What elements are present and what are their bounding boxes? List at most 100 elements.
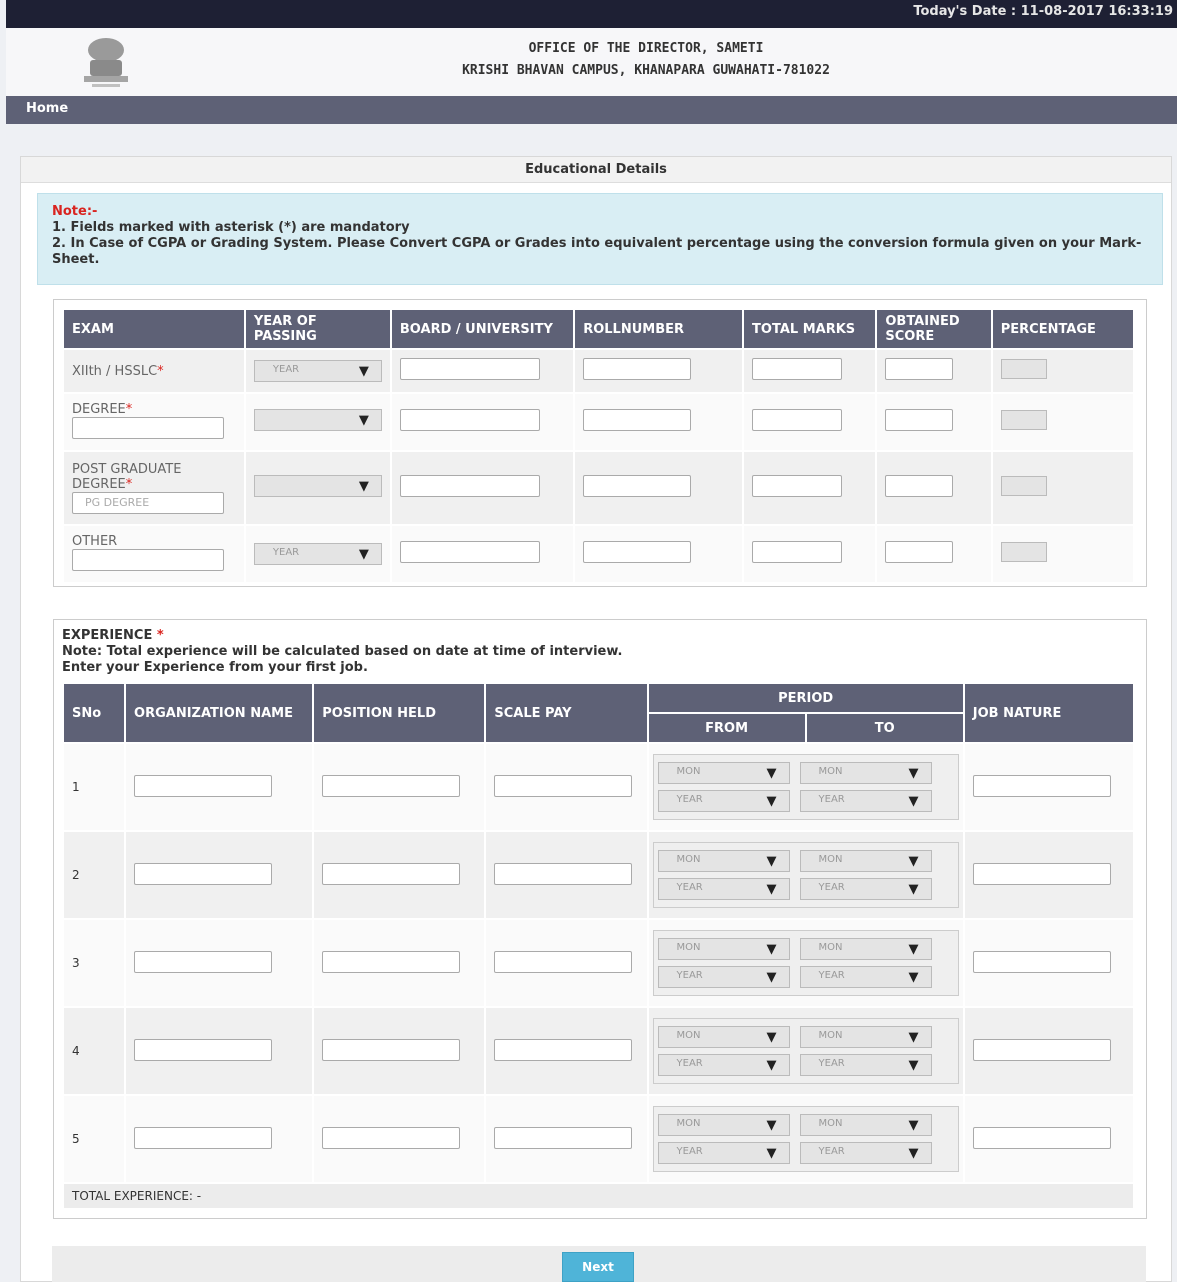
organization-input[interactable] bbox=[134, 1038, 273, 1061]
chevron-down-icon: ▼ bbox=[766, 1146, 777, 1161]
month-select[interactable]: MON ▼ bbox=[799, 1114, 932, 1136]
header-roll: ROLLNUMBER bbox=[573, 308, 745, 350]
year-select[interactable]: YEAR ▼ bbox=[799, 1054, 932, 1076]
year-placeholder: YEAR bbox=[676, 1146, 703, 1157]
sno-cell: 1 bbox=[61, 742, 127, 832]
chevron-down-icon: ▼ bbox=[766, 1118, 777, 1133]
edu-row-hsslc: XIIth / HSSLC* YEAR ▼ bbox=[62, 348, 1136, 394]
year-select[interactable]: ▼ bbox=[253, 409, 382, 431]
job-nature-input[interactable] bbox=[972, 862, 1111, 885]
year-select[interactable]: YEAR ▼ bbox=[253, 543, 382, 565]
period-cell: MON ▼ YEAR ▼ MON ▼ YEAR ▼ bbox=[646, 1094, 965, 1184]
roll-input[interactable] bbox=[583, 541, 692, 563]
month-select[interactable]: MON ▼ bbox=[657, 850, 790, 872]
total-marks-input[interactable] bbox=[752, 475, 843, 497]
obtained-input[interactable] bbox=[885, 541, 954, 563]
chevron-down-icon: ▼ bbox=[908, 1118, 919, 1133]
board-input[interactable] bbox=[399, 541, 540, 563]
chevron-down-icon: ▼ bbox=[908, 1146, 919, 1161]
month-select[interactable]: MON ▼ bbox=[799, 850, 932, 872]
sno-value: 5 bbox=[72, 1132, 80, 1146]
month-select[interactable]: MON ▼ bbox=[799, 762, 932, 784]
board-input[interactable] bbox=[399, 358, 540, 380]
month-placeholder: MON bbox=[818, 942, 843, 953]
month-select[interactable]: MON ▼ bbox=[799, 938, 932, 960]
roll-input[interactable] bbox=[583, 409, 692, 431]
chevron-down-icon: ▼ bbox=[766, 882, 777, 897]
note-line-2: 2. In Case of CGPA or Grading System. Pl… bbox=[52, 236, 1142, 267]
organization-input[interactable] bbox=[134, 862, 273, 885]
job-nature-input[interactable] bbox=[972, 1126, 1111, 1149]
roll-input[interactable] bbox=[583, 358, 692, 380]
year-select[interactable]: YEAR ▼ bbox=[799, 1142, 932, 1164]
office-title: OFFICE OF THE DIRECTOR, SAMETI bbox=[528, 41, 764, 56]
position-input[interactable] bbox=[322, 1038, 461, 1061]
month-select[interactable]: MON ▼ bbox=[657, 762, 790, 784]
month-select[interactable]: MON ▼ bbox=[657, 1026, 790, 1048]
position-cell bbox=[312, 918, 487, 1008]
year-placeholder: YEAR bbox=[676, 882, 703, 893]
year-select[interactable]: YEAR ▼ bbox=[253, 360, 382, 382]
year-placeholder: YEAR bbox=[818, 970, 845, 981]
month-select[interactable]: MON ▼ bbox=[799, 1026, 932, 1048]
sno-cell: 5 bbox=[61, 1094, 127, 1184]
scale-pay-input[interactable] bbox=[494, 774, 633, 797]
organization-input[interactable] bbox=[134, 774, 273, 797]
month-select[interactable]: MON ▼ bbox=[657, 1114, 790, 1136]
experience-title: EXPERIENCE bbox=[62, 628, 153, 643]
year-select[interactable]: YEAR ▼ bbox=[657, 1054, 790, 1076]
scale-pay-input[interactable] bbox=[494, 1126, 633, 1149]
job-nature-input[interactable] bbox=[972, 774, 1111, 797]
scale-pay-input[interactable] bbox=[494, 950, 633, 973]
chevron-down-icon: ▼ bbox=[358, 364, 369, 379]
scale-pay-input[interactable] bbox=[494, 862, 633, 885]
next-button[interactable]: Next bbox=[562, 1252, 634, 1282]
pg-degree-input[interactable]: PG DEGREE bbox=[72, 492, 224, 514]
scale-cell bbox=[484, 1094, 649, 1184]
experience-row: 2 MON ▼ YEAR ▼ MON ▼ YEAR ▼ bbox=[61, 830, 1136, 920]
nav-home-link[interactable]: Home bbox=[26, 101, 68, 116]
header-from: FROM bbox=[646, 712, 807, 744]
board-input[interactable] bbox=[399, 475, 540, 497]
position-input[interactable] bbox=[322, 862, 461, 885]
other-input[interactable] bbox=[72, 548, 224, 571]
year-placeholder: YEAR bbox=[818, 1146, 845, 1157]
board-cell bbox=[389, 524, 576, 584]
total-marks-input[interactable] bbox=[752, 409, 843, 431]
year-select[interactable]: YEAR ▼ bbox=[657, 878, 790, 900]
job-nature-input[interactable] bbox=[972, 950, 1111, 973]
year-select[interactable]: ▼ bbox=[253, 475, 382, 497]
year-select[interactable]: YEAR ▼ bbox=[799, 878, 932, 900]
experience-heading: EXPERIENCE * Note: Total experience will… bbox=[62, 628, 622, 676]
year-select[interactable]: YEAR ▼ bbox=[657, 790, 790, 812]
year-placeholder: YEAR bbox=[272, 547, 300, 558]
year-select[interactable]: YEAR ▼ bbox=[799, 790, 932, 812]
position-input[interactable] bbox=[322, 774, 461, 797]
month-select[interactable]: MON ▼ bbox=[657, 938, 790, 960]
board-input[interactable] bbox=[399, 409, 540, 431]
total-cell bbox=[742, 524, 878, 584]
chevron-down-icon: ▼ bbox=[766, 970, 777, 985]
total-marks-input[interactable] bbox=[752, 358, 843, 380]
obtained-input[interactable] bbox=[885, 475, 954, 497]
pct-cell bbox=[990, 524, 1136, 584]
obtained-input[interactable] bbox=[885, 409, 954, 431]
job-nature-cell bbox=[962, 742, 1136, 832]
sno-cell: 2 bbox=[61, 830, 127, 920]
obtained-input[interactable] bbox=[885, 358, 954, 380]
year-select[interactable]: YEAR ▼ bbox=[657, 966, 790, 988]
roll-input[interactable] bbox=[583, 475, 692, 497]
total-marks-input[interactable] bbox=[752, 541, 843, 563]
job-nature-input[interactable] bbox=[972, 1038, 1111, 1061]
header-sno: SNo bbox=[61, 682, 127, 744]
organization-input[interactable] bbox=[134, 1126, 273, 1149]
position-input[interactable] bbox=[322, 1126, 461, 1149]
organization-input[interactable] bbox=[134, 950, 273, 973]
scale-pay-input[interactable] bbox=[494, 1038, 633, 1061]
year-select[interactable]: YEAR ▼ bbox=[799, 966, 932, 988]
position-input[interactable] bbox=[322, 950, 461, 973]
year-select[interactable]: YEAR ▼ bbox=[657, 1142, 790, 1164]
roll-cell bbox=[573, 524, 745, 584]
chevron-down-icon: ▼ bbox=[766, 1030, 777, 1045]
degree-input[interactable] bbox=[72, 416, 224, 439]
